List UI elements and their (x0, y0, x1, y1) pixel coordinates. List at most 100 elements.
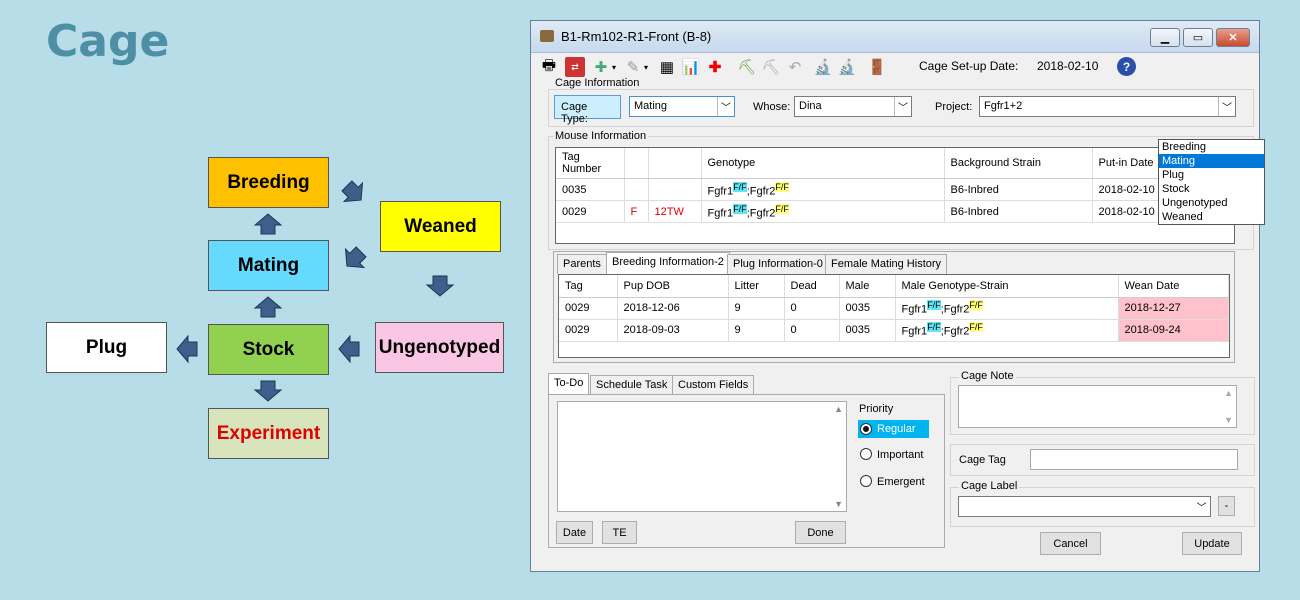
chevron-down-icon-project[interactable]: ﹀ (1218, 97, 1235, 116)
arrow-weaned-to-mating (344, 246, 367, 269)
cell-tag: 0029 (559, 297, 618, 320)
chevron-down-icon-label[interactable]: ﹀ (1193, 497, 1210, 516)
cage-move-icon[interactable]: ⛏ (737, 57, 757, 77)
close-icon[interactable]: ✕ (1216, 28, 1250, 47)
scroll-down-icon[interactable]: ▼ (834, 499, 843, 509)
date-button[interactable]: Date (556, 521, 593, 544)
priority-important-label: Important (877, 449, 924, 461)
cell-wean-date: 2018-09-24 (1118, 319, 1229, 342)
print-icon[interactable]: 🖶 (539, 57, 559, 77)
chart-icon[interactable]: 📊 (681, 57, 701, 77)
option-mating[interactable]: Mating (1159, 154, 1264, 168)
radio-important[interactable] (860, 448, 872, 460)
cage-note-input[interactable]: ▲ ▼ (958, 385, 1237, 428)
col-dead[interactable]: Dead (784, 275, 840, 298)
table-row[interactable]: 0029 2018-12-06 9 0 0035 Fgfr1F/F;Fgfr2F… (559, 297, 1229, 320)
chevron-down-icon[interactable]: ﹀ (717, 97, 734, 116)
cell-dead: 0 (784, 297, 840, 320)
tab-todo[interactable]: To-Do (548, 373, 590, 395)
priority-regular[interactable]: Regular (858, 420, 929, 438)
minus-button[interactable]: - (1218, 496, 1235, 516)
remove-mouse-icon[interactable]: ✎ (623, 57, 643, 77)
tab-female-mating-history[interactable]: Female Mating History (825, 254, 948, 274)
swap-icon[interactable]: ⇄ (565, 57, 585, 77)
tab-parents[interactable]: Parents (557, 254, 607, 274)
cage-remove-icon[interactable]: ⛏ (761, 57, 781, 77)
done-button[interactable]: Done (795, 521, 846, 544)
whose-select[interactable]: Dina ﹀ (794, 96, 912, 117)
priority-label: Priority (859, 403, 894, 415)
project-label: Project: (935, 101, 973, 113)
cage-tag-input[interactable] (1030, 449, 1238, 470)
window-titlebar[interactable]: B1-Rm102-R1-Front (B-8) ▁ ▭ ✕ (531, 21, 1259, 53)
scroll-up-icon[interactable]: ▲ (1224, 388, 1233, 398)
col-genotype[interactable]: Genotype (701, 148, 945, 179)
te-button[interactable]: TE (602, 521, 637, 544)
cage-label-title: Cage Label (959, 480, 1020, 492)
tab-breeding-information[interactable]: Breeding Information-2 (606, 252, 730, 274)
exit-door-icon[interactable]: 🚪 (867, 57, 887, 77)
scroll-down-icon[interactable]: ▼ (1224, 415, 1233, 425)
arrow-stock-to-plug (176, 334, 198, 364)
option-plug[interactable]: Plug (1159, 168, 1264, 182)
cage-type-label: Cage Type: (554, 95, 621, 125)
col-wean-date[interactable]: Wean Date (1118, 275, 1229, 298)
option-weaned[interactable]: Weaned (1159, 210, 1264, 224)
cell-dob: 2018-12-06 (617, 297, 729, 320)
option-stock[interactable]: Stock (1159, 182, 1264, 196)
minimize-icon[interactable]: ▁ (1150, 28, 1180, 47)
update-button[interactable]: Update (1182, 532, 1242, 555)
project-select[interactable]: Fgfr1+2 ﹀ (979, 96, 1236, 117)
tab-custom-fields[interactable]: Custom Fields (672, 375, 755, 395)
cell-sex (624, 178, 649, 201)
arrow-stock-to-experiment (253, 380, 283, 402)
col-male-genotype[interactable]: Male Genotype-Strain (895, 275, 1119, 298)
cell-dob: 2018-09-03 (617, 319, 729, 342)
dropdown-arrow-icon-2[interactable]: ▾ (641, 57, 651, 77)
table-icon[interactable]: ▦ (657, 57, 677, 77)
undo-icon[interactable]: ↶ (785, 57, 805, 77)
cage-info-title: Cage Information (553, 77, 642, 89)
col-tag[interactable]: Tag (559, 275, 618, 298)
radio-emergent[interactable] (860, 475, 872, 487)
col-id[interactable] (648, 148, 702, 179)
col-background-strain[interactable]: Background Strain (944, 148, 1093, 179)
microscope-2-icon[interactable]: 🔬 (837, 57, 857, 77)
cage-window: B1-Rm102-R1-Front (B-8) ▁ ▭ ✕ 🖶 ⇄ ✚ ▾ ✎ … (530, 20, 1265, 572)
table-row[interactable]: 0029 F 12TW Fgfr1F/F;Fgfr2F/F B6-Inbred … (556, 200, 1234, 223)
col-male[interactable]: Male (839, 275, 896, 298)
col-pup-dob[interactable]: Pup DOB (617, 275, 729, 298)
cell-strain: B6-Inbred (944, 200, 1093, 223)
help-icon[interactable]: ? (1117, 57, 1136, 76)
chevron-down-icon-whose[interactable]: ﹀ (894, 97, 911, 116)
whose-value: Dina (799, 100, 822, 112)
microscope-icon[interactable]: 🔬 (813, 57, 833, 77)
option-breeding[interactable]: Breeding (1159, 140, 1264, 154)
project-value: Fgfr1+2 (984, 100, 1023, 112)
tab-schedule-task[interactable]: Schedule Task (590, 375, 674, 395)
col-litter[interactable]: Litter (728, 275, 785, 298)
add-mouse-icon[interactable]: ✚ (591, 57, 611, 77)
col-sex[interactable] (624, 148, 649, 179)
cell-genotype: Fgfr1F/F;Fgfr2F/F (895, 297, 1119, 320)
option-ungenotyped[interactable]: Ungenotyped (1159, 196, 1264, 210)
table-row[interactable]: 0035 Fgfr1F/F;Fgfr2F/F B6-Inbred 2018-02… (556, 178, 1234, 201)
cell-litter: 9 (728, 297, 785, 320)
dropdown-arrow-icon[interactable]: ▾ (609, 57, 619, 77)
cage-type-value: Mating (634, 100, 668, 112)
cell-sex: F (624, 200, 649, 223)
setup-date-label: Cage Set-up Date: (919, 59, 1019, 73)
cancel-button[interactable]: Cancel (1040, 532, 1101, 555)
table-row[interactable]: 0029 2018-09-03 9 0 0035 Fgfr1F/F;Fgfr2F… (559, 319, 1229, 342)
col-tag-number[interactable]: Tag Number (556, 148, 625, 179)
cage-type-select[interactable]: Mating ﹀ (629, 96, 735, 117)
cage-type-dropdown: Breeding Mating Plug Stock Ungenotyped W… (1158, 139, 1265, 225)
medical-cross-icon[interactable]: ✚ (705, 57, 725, 77)
scroll-up-icon[interactable]: ▲ (834, 404, 843, 414)
arrow-weaned-to-ungenotyped (425, 275, 455, 297)
radio-regular[interactable] (860, 423, 872, 435)
cage-label-select[interactable]: ﹀ (958, 496, 1211, 517)
todo-textarea[interactable]: ▲ ▼ (557, 401, 847, 512)
tab-plug-information[interactable]: Plug Information-0 (727, 254, 829, 274)
restore-icon[interactable]: ▭ (1183, 28, 1213, 47)
